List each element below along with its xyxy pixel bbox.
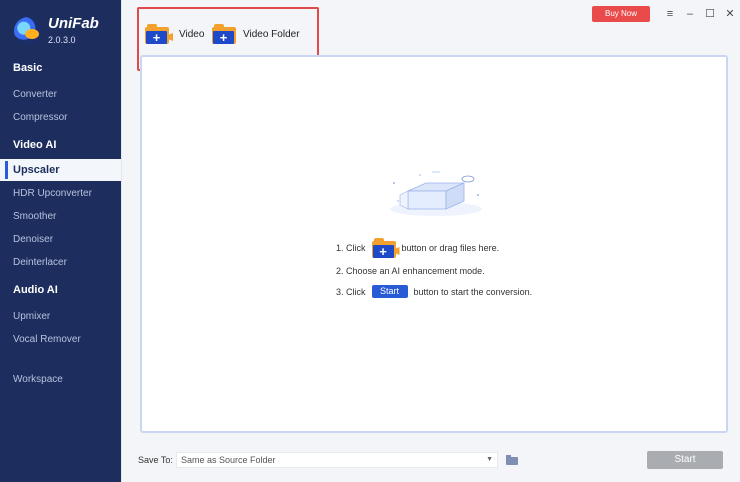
- sidebar-item-label: Upscaler: [13, 164, 60, 176]
- add-folder-button[interactable]: + Video Folder: [212, 24, 300, 44]
- sidebar-item-converter[interactable]: Converter: [13, 89, 57, 100]
- start-button[interactable]: Start: [647, 451, 723, 469]
- maximize-icon[interactable]: ☐: [700, 6, 720, 22]
- step-3-suffix: button to start the conversion.: [413, 286, 533, 297]
- sidebar-item-vocal-remover[interactable]: Vocal Remover: [13, 334, 81, 345]
- sidebar-item-denoiser[interactable]: Denoiser: [13, 234, 53, 245]
- close-icon[interactable]: ✕: [720, 6, 740, 22]
- sidebar-item-workspace[interactable]: Workspace: [13, 374, 63, 385]
- sidebar-item-upscaler[interactable]: Upscaler: [0, 159, 121, 181]
- save-to-select[interactable]: Same as Source Folder ▼: [176, 452, 498, 468]
- save-to-label: Save To:: [138, 455, 173, 465]
- nav-group-video-ai: Video AI: [13, 139, 57, 151]
- step-2: 2. Choose an AI enhancement mode.: [336, 266, 485, 276]
- save-bar: Save To: Same as Source Folder ▼: [138, 452, 518, 468]
- add-folder-label: Video Folder: [243, 28, 300, 40]
- main-panel: + Video + Video Folder Buy Now ≡ – ☐ ✕ 1…: [121, 0, 740, 482]
- step-1-prefix: 1. Click: [336, 243, 366, 253]
- sidebar-item-deinterlacer[interactable]: Deinterlacer: [13, 257, 67, 268]
- minimize-icon[interactable]: –: [680, 6, 700, 22]
- empty-box-illustration-icon: [390, 171, 482, 216]
- sidebar-item-upmixer[interactable]: Upmixer: [13, 311, 50, 322]
- app-name: UniFab: [48, 15, 99, 32]
- brand: UniFab 2.0.3.0: [14, 16, 99, 45]
- chevron-down-icon: ▼: [486, 456, 493, 463]
- buy-now-button[interactable]: Buy Now: [592, 6, 650, 22]
- step-1: 1. Click + button or drag files here.: [336, 238, 499, 258]
- active-indicator: [5, 161, 8, 179]
- nav-group-basic: Basic: [13, 62, 43, 74]
- menu-icon[interactable]: ≡: [660, 6, 680, 22]
- step-3: 3. Click Start button to start the conve…: [336, 285, 532, 298]
- step-3-prefix: 3. Click: [336, 286, 366, 297]
- window-controls: Buy Now ≡ – ☐ ✕: [592, 6, 740, 22]
- add-video-icon: +: [145, 24, 173, 44]
- sidebar-item-smoother[interactable]: Smoother: [13, 211, 56, 222]
- nav-group-audio-ai: Audio AI: [13, 284, 58, 296]
- sidebar-item-compressor[interactable]: Compressor: [13, 112, 67, 123]
- add-video-hint-icon: +: [371, 238, 400, 258]
- unifab-logo-icon: [14, 16, 42, 45]
- start-chip: Start: [371, 285, 408, 298]
- step-1-suffix: button or drag files here.: [401, 243, 500, 253]
- sidebar: UniFab 2.0.3.0 Basic Converter Compresso…: [0, 0, 121, 482]
- add-video-button[interactable]: + Video: [145, 24, 204, 44]
- app-version: 2.0.3.0: [48, 35, 76, 45]
- add-folder-icon: +: [212, 24, 236, 44]
- browse-folder-icon[interactable]: [506, 455, 518, 465]
- sidebar-item-hdr-upconverter[interactable]: HDR Upconverter: [13, 188, 92, 199]
- add-video-label: Video: [179, 28, 205, 40]
- save-to-value: Same as Source Folder: [181, 455, 276, 465]
